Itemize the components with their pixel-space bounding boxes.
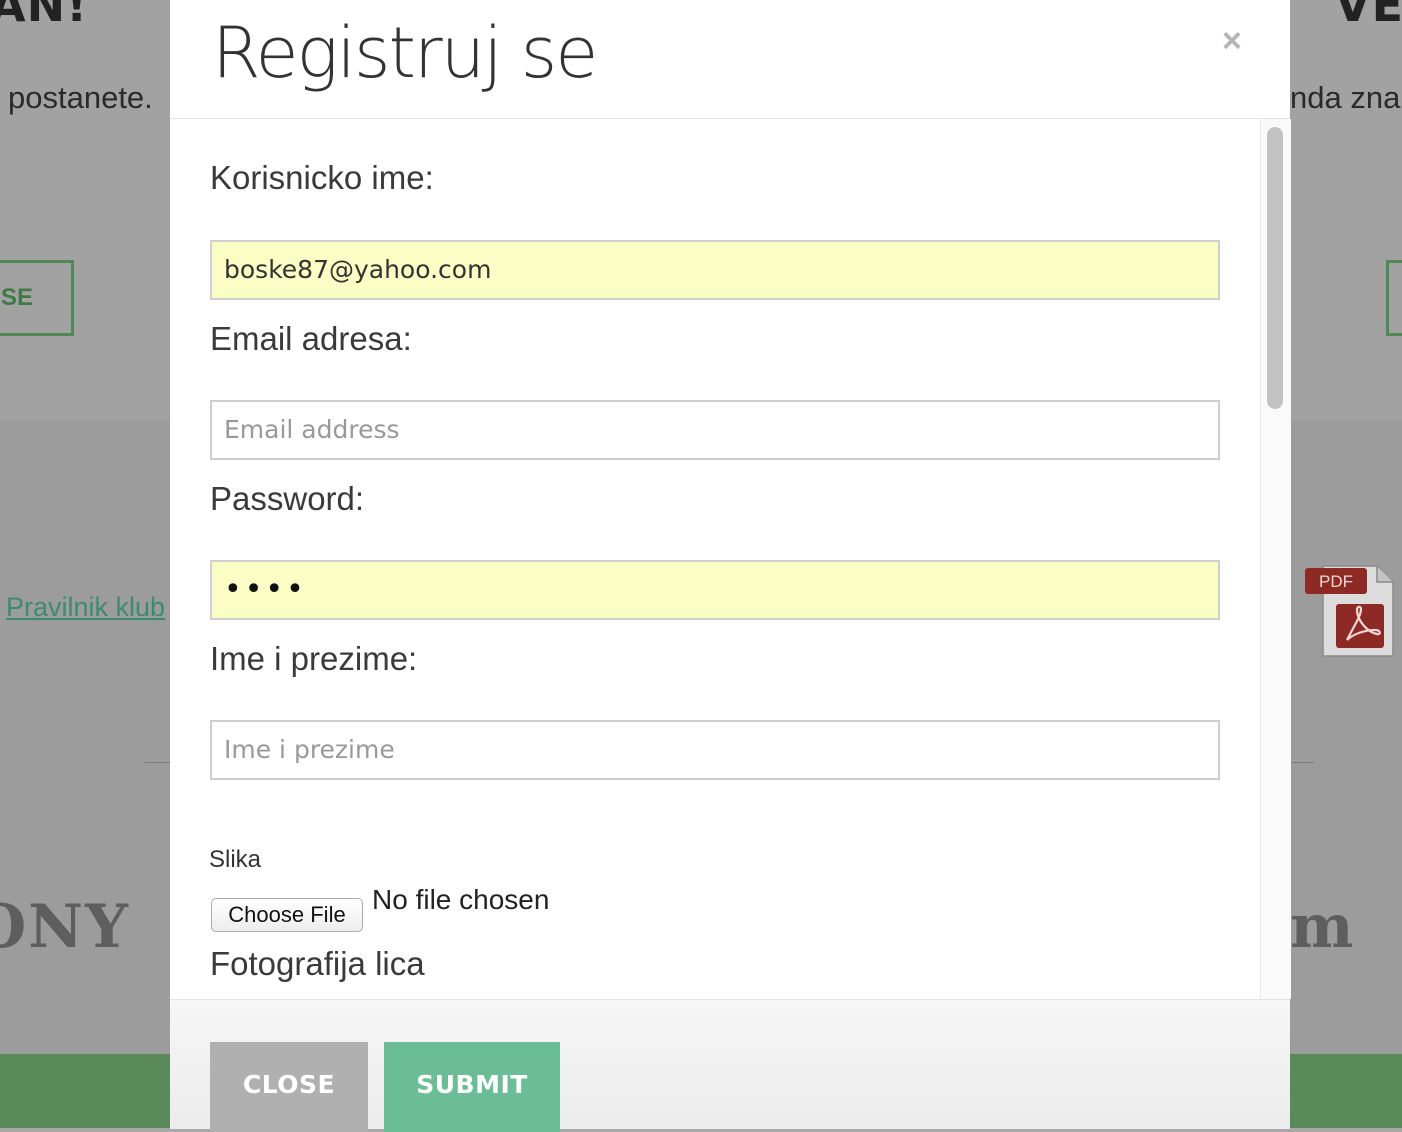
close-icon[interactable]: ×: [1222, 22, 1242, 61]
password-input[interactable]: ••••: [210, 560, 1220, 620]
modal-header: Registruj se ×: [170, 0, 1290, 119]
background-sponsor-logo-left: ONY: [0, 892, 130, 962]
pdf-icon: PDF: [1305, 564, 1395, 658]
background-sponsor-logo-right: m: [1290, 892, 1356, 962]
background-button-right: [1386, 260, 1402, 336]
email-input[interactable]: Email address: [210, 400, 1220, 460]
background-text-left: postanete.: [8, 80, 153, 115]
modal-scrollbar-thumb[interactable]: [1267, 127, 1283, 409]
modal-scrollbar[interactable]: [1260, 119, 1291, 999]
face-photo-label: Fotografija lica: [210, 945, 425, 982]
fullname-input[interactable]: Ime i prezime: [210, 720, 1220, 780]
submit-button[interactable]: SUBMIT: [384, 1042, 560, 1132]
username-label: Korisnicko ime:: [210, 159, 434, 196]
background-button-left: SE: [0, 260, 74, 336]
choose-file-button[interactable]: Choose File: [211, 898, 363, 932]
background-heading-right: VE: [1335, 0, 1402, 32]
pdf-icon-label: PDF: [1319, 572, 1353, 591]
password-label: Password:: [210, 480, 365, 517]
username-input[interactable]: boske87@yahoo.com: [210, 240, 1220, 300]
modal-footer: CLOSE SUBMIT: [170, 999, 1290, 1132]
modal-body: Korisnicko ime: boske87@yahoo.com Email …: [170, 119, 1290, 999]
fullname-label: Ime i prezime:: [210, 640, 418, 677]
background-heading-left: AN!: [0, 0, 89, 32]
image-label: Slika: [209, 846, 262, 873]
close-button[interactable]: CLOSE: [210, 1042, 368, 1132]
background-rules-link: Pravilnik klub: [6, 592, 166, 622]
modal-title: Registruj se: [212, 12, 598, 94]
background-text-right: nda zna: [1290, 80, 1401, 115]
register-modal: Registruj se × Korisnicko ime: boske87@y…: [170, 0, 1291, 1132]
background-divider-right: [1290, 762, 1314, 763]
file-status: No file chosen: [372, 884, 550, 915]
email-label: Email adresa:: [210, 320, 412, 357]
